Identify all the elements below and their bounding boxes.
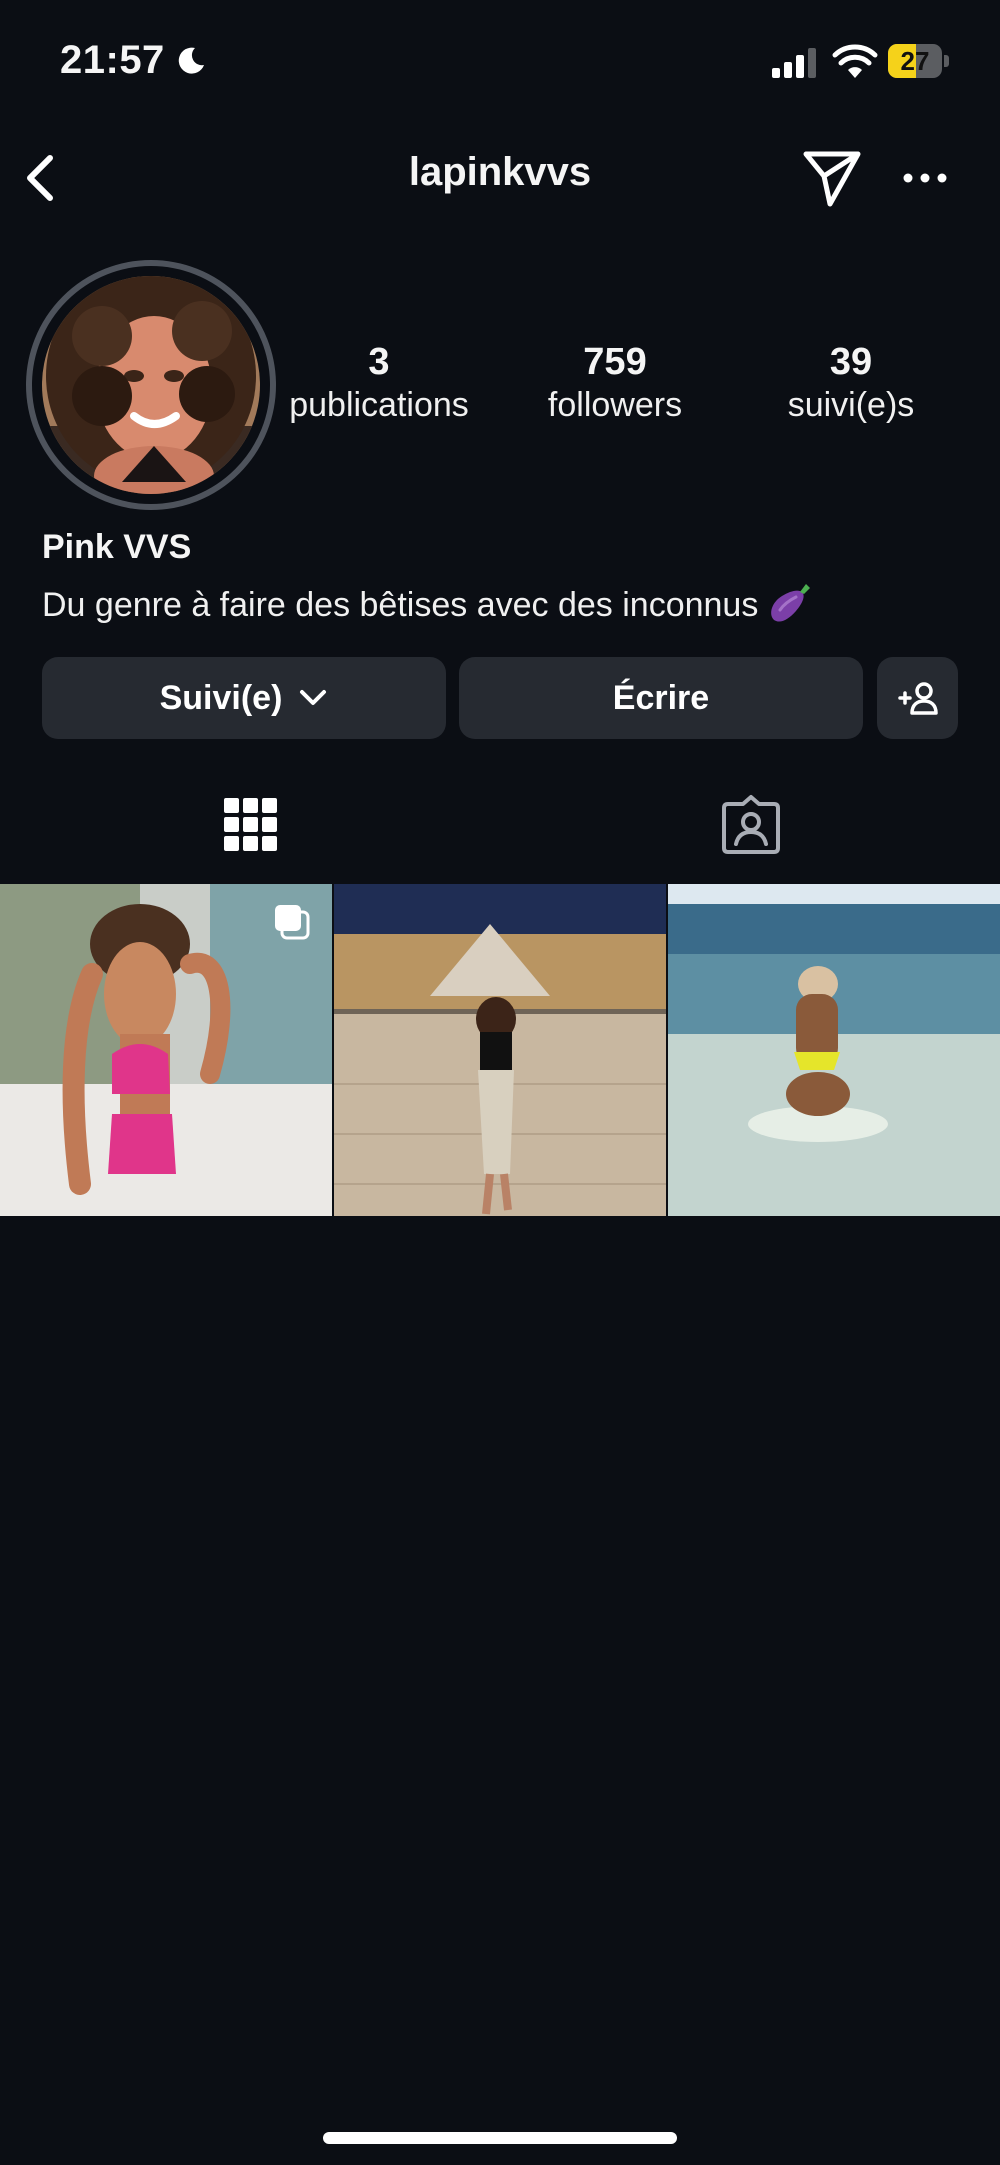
following-button-label: Suivi(e) bbox=[159, 678, 283, 717]
suggest-people-button[interactable] bbox=[877, 657, 958, 739]
stat-followers-value: 759 bbox=[583, 341, 647, 383]
carousel-icon bbox=[275, 905, 310, 940]
bio: Du genre à faire des bêtises avec des in… bbox=[42, 580, 812, 626]
status-time: 21:57 bbox=[60, 38, 165, 82]
tagged-person-icon[interactable] bbox=[720, 794, 782, 856]
post-thumbnail[interactable] bbox=[334, 884, 666, 1216]
eggplant-emoji-icon bbox=[771, 584, 811, 622]
post-image bbox=[668, 884, 1000, 1216]
wifi-icon bbox=[832, 44, 878, 78]
chevron-left-icon[interactable] bbox=[18, 150, 62, 206]
add-person-icon bbox=[897, 682, 938, 715]
chevron-down-icon bbox=[300, 690, 327, 705]
ellipsis-icon[interactable] bbox=[900, 158, 950, 198]
battery-level: 27 bbox=[900, 46, 930, 76]
paper-plane-icon[interactable] bbox=[800, 146, 864, 210]
profile-username: lapinkvvs bbox=[408, 150, 592, 194]
post-image bbox=[334, 884, 666, 1216]
bio-text: Du genre à faire des bêtises avec des in… bbox=[42, 586, 759, 624]
stat-following[interactable]: 39 suivi(e)s bbox=[731, 340, 971, 426]
grid-icon[interactable] bbox=[222, 796, 280, 854]
display-name: Pink VVS bbox=[42, 528, 192, 566]
stat-followers-label: followers bbox=[547, 386, 683, 424]
battery-indicator: 27 bbox=[888, 44, 950, 78]
following-button[interactable]: Suivi(e) bbox=[42, 657, 446, 739]
moon-icon bbox=[178, 47, 204, 74]
avatar[interactable] bbox=[42, 276, 260, 494]
stat-posts-label: publications bbox=[289, 386, 469, 424]
message-button-label: Écrire bbox=[612, 678, 710, 717]
stat-followers[interactable]: 759 followers bbox=[495, 340, 735, 426]
post-thumbnail[interactable] bbox=[668, 884, 1000, 1216]
home-indicator[interactable] bbox=[323, 2132, 677, 2144]
post-thumbnail[interactable] bbox=[0, 884, 332, 1216]
cellular-signal-icon bbox=[772, 48, 816, 78]
stat-following-label: suivi(e)s bbox=[787, 386, 915, 424]
stat-following-value: 39 bbox=[829, 341, 873, 383]
stat-posts[interactable]: 3 publications bbox=[259, 340, 499, 426]
message-button[interactable]: Écrire bbox=[459, 657, 863, 739]
stat-posts-value: 3 bbox=[368, 341, 390, 383]
